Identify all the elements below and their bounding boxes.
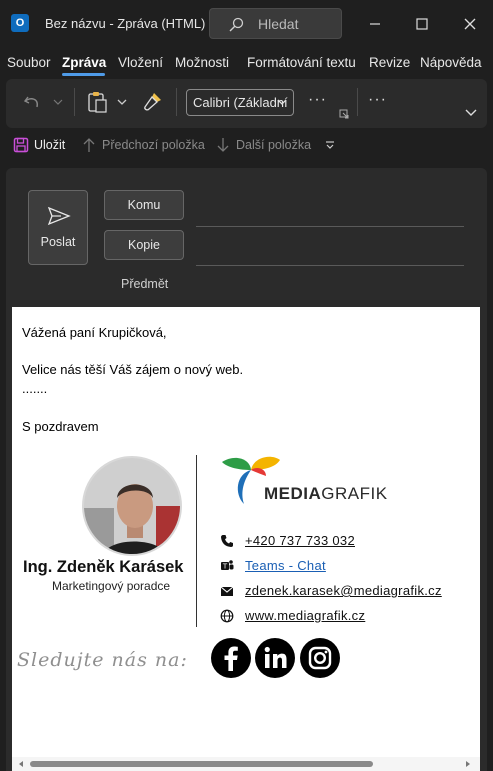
to-field[interactable] (196, 226, 464, 227)
body-line-2: ....... (22, 381, 48, 396)
search-icon (229, 17, 244, 32)
menu-vlozeni[interactable]: Vložení (118, 55, 163, 70)
ribbon-separator (74, 88, 75, 116)
scroll-left-icon[interactable] (17, 760, 25, 768)
menu-moznosti[interactable]: Možnosti (175, 55, 229, 70)
email-row: zdenek.karasek@mediagrafik.cz (220, 583, 470, 601)
phone-icon (221, 535, 233, 547)
search-placeholder: Hledat (258, 16, 299, 32)
outlook-app-icon: O (11, 14, 29, 32)
message-body[interactable]: Vážená paní Krupičková, Velice nás těší … (12, 307, 480, 771)
ribbon-separator (176, 88, 177, 116)
quick-access-bar: Uložit Předchozí položka Další položka (0, 129, 493, 161)
horizontal-scroll-thumb[interactable] (30, 761, 373, 767)
teams-row: T Teams - Chat (220, 558, 460, 576)
mail-icon (220, 586, 234, 596)
follow-us-text: Sledujte nás na: (17, 649, 188, 671)
menu-revize[interactable]: Revize (369, 55, 410, 70)
website-link[interactable]: www.mediagrafik.cz (245, 608, 365, 623)
menu-soubor[interactable]: Soubor (7, 55, 51, 70)
signature-divider (196, 455, 197, 627)
send-label: Poslat (40, 235, 76, 249)
search-box[interactable]: Hledat (209, 8, 342, 39)
format-painter-icon[interactable] (142, 90, 164, 112)
paste-icon[interactable] (86, 90, 108, 114)
cc-button[interactable]: Kopie (104, 230, 184, 260)
dialog-launcher-icon[interactable] (339, 109, 349, 119)
email-link[interactable]: zdenek.karasek@mediagrafik.cz (245, 583, 442, 598)
body-closing: S pozdravem (22, 419, 99, 434)
undo-icon[interactable] (22, 92, 42, 112)
maximize-button[interactable] (412, 14, 432, 34)
avatar (82, 456, 182, 556)
profile-photo (84, 458, 180, 554)
to-button[interactable]: Komu (104, 190, 184, 220)
arrow-down-icon (217, 138, 229, 152)
previous-item-button[interactable]: Předchozí položka (102, 138, 205, 152)
send-button[interactable]: Poslat (28, 190, 88, 265)
chevron-down-icon (277, 99, 287, 105)
ribbon-separator (357, 88, 358, 116)
menu-formatovani-textu[interactable]: Formátování textu (247, 55, 356, 70)
body-line-1: Velice nás těší Váš zájem o nový web. (22, 362, 244, 377)
instagram-icon[interactable] (300, 638, 340, 678)
brand-name: MEDIAGRAFIK (264, 484, 388, 503)
globe-icon (220, 609, 234, 623)
minimize-button[interactable] (365, 14, 385, 34)
facebook-icon[interactable] (211, 638, 251, 678)
more-commands-icon[interactable]: ··· (368, 91, 387, 109)
save-icon[interactable] (13, 137, 29, 153)
subject-label: Předmět (121, 277, 169, 291)
menu-zprava[interactable]: Zpráva (62, 55, 106, 70)
linkedin-icon[interactable] (255, 638, 295, 678)
teams-chat-link[interactable]: Teams - Chat (245, 558, 326, 573)
phone-row: +420 737 733 032 (220, 533, 460, 551)
arrow-up-icon (83, 138, 95, 152)
undo-dropdown-icon[interactable] (53, 98, 63, 106)
customize-quickbar-icon[interactable] (325, 140, 335, 150)
teams-icon: T (221, 560, 234, 571)
scroll-right-icon[interactable] (464, 760, 472, 768)
font-name-value: Calibri (Základní (193, 95, 288, 110)
web-row: www.mediagrafik.cz (220, 608, 460, 626)
body-greeting: Vážená paní Krupičková, (22, 325, 167, 340)
cc-field[interactable] (196, 265, 464, 266)
svg-text:T: T (222, 563, 228, 571)
next-item-button[interactable]: Další položka (236, 138, 311, 152)
window-title: Bez názvu - Zpráva (HTML) (45, 16, 206, 31)
expand-ribbon-icon[interactable] (465, 108, 477, 118)
close-button[interactable] (460, 14, 480, 34)
signature-name: Ing. Zdeněk Karásek (23, 558, 184, 576)
send-icon (47, 206, 71, 226)
title-bar: O Bez názvu - Zpráva (HTML) Hledat (0, 0, 493, 48)
font-name-select[interactable]: Calibri (Základní (186, 89, 294, 116)
save-button[interactable]: Uložit (34, 138, 65, 152)
phone-link[interactable]: +420 737 733 032 (245, 533, 355, 548)
vertical-scrollbar[interactable] (480, 307, 487, 771)
horizontal-scrollbar[interactable] (12, 757, 480, 771)
signature-role: Marketingový poradce (52, 579, 171, 593)
more-font-options-icon[interactable]: ··· (308, 91, 327, 109)
menu-napoveda[interactable]: Nápověda (420, 55, 482, 70)
active-tab-indicator (62, 73, 105, 76)
paste-dropdown-icon[interactable] (117, 98, 127, 106)
